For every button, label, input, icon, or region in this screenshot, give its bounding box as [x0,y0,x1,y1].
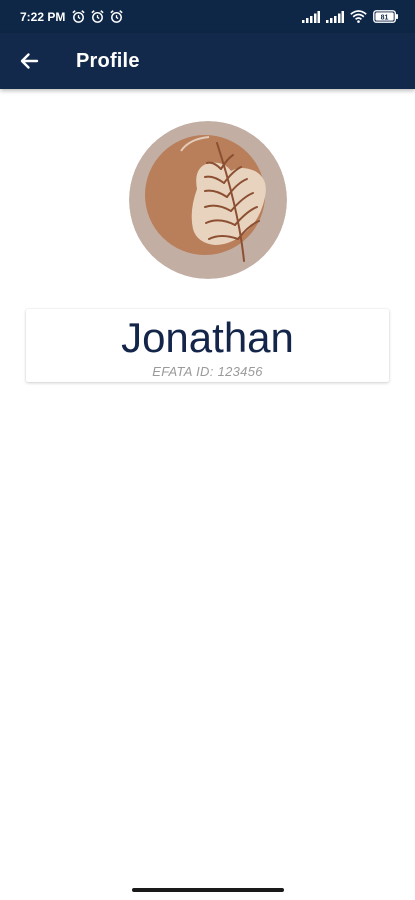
status-bar: 7:22 PM 81 [0,0,415,33]
profile-screen: 7:22 PM 81 Profile Jonathan EFATA ID: 12… [0,0,415,900]
home-indicator[interactable] [132,888,284,892]
app-bar: Profile [0,33,415,89]
profile-name-card: Jonathan EFATA ID: 123456 [26,309,389,382]
battery-level: 81 [381,14,389,21]
signal-icon [302,10,320,23]
alarm-icon [90,9,105,24]
efata-id-label: EFATA ID: 123456 [152,364,263,379]
arrow-left-icon [19,51,39,71]
status-right: 81 [302,10,399,23]
status-left: 7:22 PM [20,9,124,24]
avatar-leaf-image [129,121,287,279]
avatar[interactable] [129,121,287,279]
alarm-icon [109,9,124,24]
back-button[interactable] [0,33,58,89]
alarm-icon [71,9,86,24]
battery-icon: 81 [373,10,399,23]
profile-name: Jonathan [121,314,294,361]
wifi-icon [350,10,367,23]
status-time: 7:22 PM [20,9,66,24]
page-title: Profile [76,49,140,72]
signal-icon [326,10,344,23]
